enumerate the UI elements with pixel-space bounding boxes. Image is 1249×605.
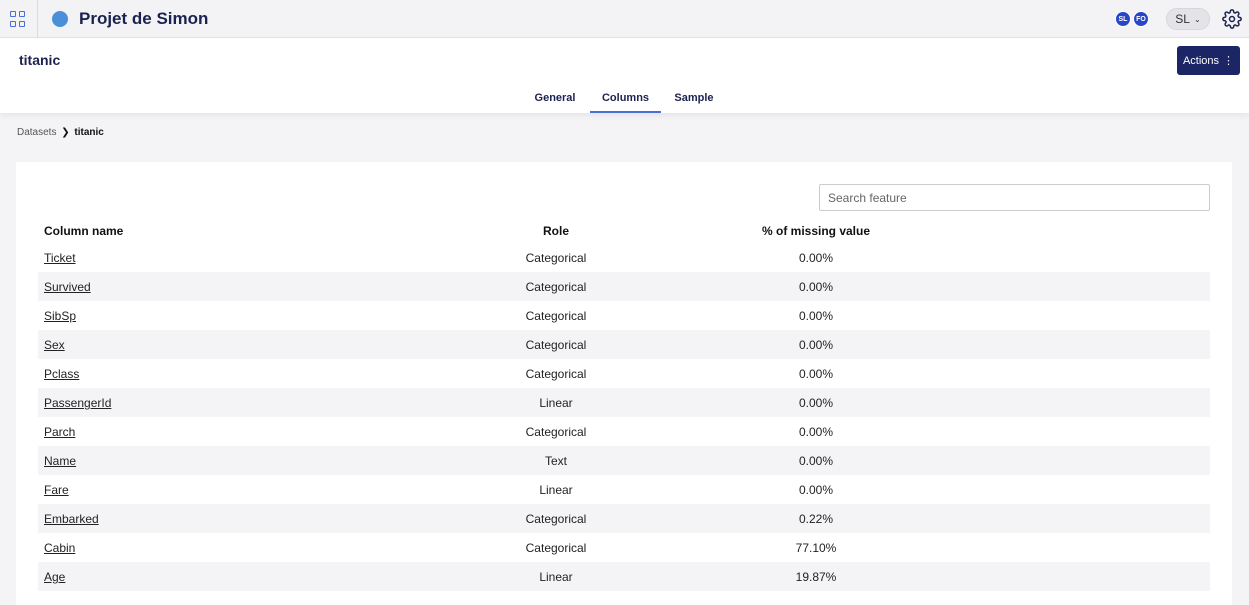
column-header-missing: % of missing value [761, 224, 871, 238]
column-name-link[interactable]: SibSp [44, 309, 76, 323]
column-name-link[interactable]: Cabin [44, 541, 75, 555]
column-role: Text [544, 454, 567, 468]
column-role: Categorical [525, 541, 587, 555]
column-missing-value: 0.00% [798, 454, 834, 468]
column-role: Categorical [525, 367, 587, 381]
column-missing-value: 0.22% [798, 512, 834, 526]
column-role: Categorical [525, 309, 587, 323]
dataset-header: titanic Actions ⋮ [0, 38, 1249, 83]
column-header-role: Role [542, 224, 569, 238]
column-missing-value: 77.10% [795, 541, 837, 555]
column-role: Categorical [525, 251, 587, 265]
column-missing-value: 0.00% [798, 396, 834, 410]
table-row: Cabin Categorical 77.10% [38, 533, 1210, 562]
column-missing-value: 0.00% [798, 338, 834, 352]
table-row: Survived Categorical 0.00% [38, 272, 1210, 301]
table-row: Age Linear 19.87% [38, 562, 1210, 591]
project-color-dot [52, 11, 68, 27]
columns-table-body: Ticket Categorical 0.00% Survived Catego… [38, 243, 1210, 591]
column-role: Linear [539, 483, 573, 497]
table-row: PassengerId Linear 0.00% [38, 388, 1210, 417]
table-row: SibSp Categorical 0.00% [38, 301, 1210, 330]
actions-button[interactable]: Actions ⋮ [1177, 46, 1240, 75]
project-name[interactable]: Projet de Simon [79, 9, 208, 29]
column-missing-value: 0.00% [798, 280, 834, 294]
column-role: Linear [539, 570, 573, 584]
column-role: Categorical [525, 512, 587, 526]
column-missing-value: 0.00% [798, 309, 834, 323]
user-menu-label: SL [1175, 12, 1190, 26]
column-name-link[interactable]: Sex [44, 338, 65, 352]
table-row: Name Text 0.00% [38, 446, 1210, 475]
column-role: Linear [539, 396, 573, 410]
tab-sample[interactable]: Sample [670, 83, 718, 113]
user-menu-button[interactable]: SL ⌄ [1166, 8, 1210, 30]
tab-general[interactable]: General [530, 83, 580, 113]
table-row: Embarked Categorical 0.22% [38, 504, 1210, 533]
column-role: Categorical [525, 280, 587, 294]
breadcrumb: Datasets ❯ titanic [17, 127, 104, 138]
columns-panel: Column name Role % of missing value Tick… [16, 162, 1232, 605]
column-header-name: Column name [44, 224, 124, 238]
column-missing-value: 0.00% [798, 483, 834, 497]
page-title: titanic [19, 52, 61, 68]
table-row: Sex Categorical 0.00% [38, 330, 1210, 359]
column-missing-value: 19.87% [795, 570, 837, 584]
column-name-link[interactable]: Name [44, 454, 76, 468]
avatar[interactable]: SL [1115, 11, 1131, 27]
column-name-link[interactable]: Embarked [44, 512, 99, 526]
column-name-link[interactable]: Pclass [44, 367, 79, 381]
search-input[interactable] [819, 184, 1210, 211]
table-row: Fare Linear 0.00% [38, 475, 1210, 504]
tab-columns[interactable]: Columns [590, 83, 661, 113]
actions-button-label: Actions [1182, 54, 1220, 67]
column-name-link[interactable]: PassengerId [44, 396, 111, 410]
column-role: Categorical [525, 338, 587, 352]
column-name-link[interactable]: Parch [44, 425, 75, 439]
column-name-link[interactable]: Age [44, 570, 65, 584]
column-name-link[interactable]: Survived [44, 280, 91, 294]
topbar-divider [37, 0, 38, 38]
column-missing-value: 0.00% [798, 367, 834, 381]
breadcrumb-datasets-link[interactable]: Datasets [17, 127, 56, 138]
chevron-right-icon: ❯ [61, 127, 70, 138]
table-header: Column name Role % of missing value [16, 222, 1210, 244]
column-missing-value: 0.00% [798, 251, 834, 265]
column-role: Categorical [525, 425, 587, 439]
column-missing-value: 0.00% [798, 425, 834, 439]
tab-bar: General Columns Sample [0, 83, 1249, 113]
breadcrumb-current: titanic [74, 127, 104, 138]
gear-icon[interactable] [1222, 9, 1242, 29]
top-bar: Projet de Simon SL FO SL ⌄ [0, 0, 1249, 38]
chevron-down-icon: ⌄ [1193, 14, 1201, 24]
avatar[interactable]: FO [1133, 11, 1149, 27]
column-name-link[interactable]: Fare [44, 483, 69, 497]
column-name-link[interactable]: Ticket [44, 251, 76, 265]
more-vertical-icon: ⋮ [1223, 55, 1235, 67]
table-row: Pclass Categorical 0.00% [38, 359, 1210, 388]
apps-grid-icon[interactable] [10, 11, 26, 27]
table-row: Parch Categorical 0.00% [38, 417, 1210, 446]
table-row: Ticket Categorical 0.00% [38, 243, 1210, 272]
